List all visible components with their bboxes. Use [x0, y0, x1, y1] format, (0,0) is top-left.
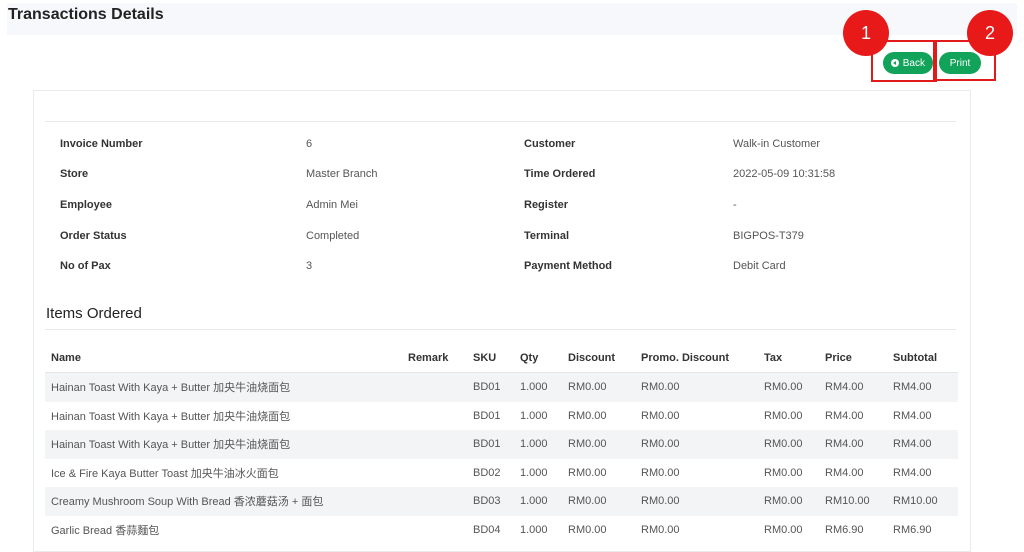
- item-tax: RM0.00: [758, 372, 819, 402]
- item-sku: BD03: [467, 487, 514, 516]
- item-promo-discount: RM0.00: [641, 523, 680, 536]
- item-discount: RM0.00: [568, 466, 607, 479]
- item-sku: BD01: [473, 409, 501, 422]
- item-subtotal: RM10.00: [887, 487, 958, 516]
- store-value: Master Branch: [306, 168, 378, 180]
- customer-value: Walk-in Customer: [733, 138, 820, 150]
- column-header-price: Price: [819, 344, 887, 373]
- item-sku: BD02: [473, 466, 501, 479]
- item-sku: BD01: [467, 430, 514, 459]
- item-sku: BD01: [467, 372, 514, 402]
- item-promo-discount: RM0.00: [635, 372, 758, 402]
- item-name: Ice & Fire Kaya Butter Toast 加央牛油冰火面包: [51, 467, 279, 480]
- item-promo-discount: RM0.00: [641, 466, 680, 479]
- item-tax: RM0.00: [764, 466, 803, 479]
- item-tax: RM0.00: [758, 430, 819, 459]
- item-promo-discount: RM0.00: [635, 487, 758, 516]
- table-row: Creamy Mushroom Soup With Bread 香浓蘑菇汤 + …: [45, 487, 958, 516]
- item-price: RM4.00: [825, 466, 864, 479]
- table-row: Hainan Toast With Kaya + Butter 加央牛油烧面包 …: [45, 430, 958, 459]
- column-header-qty: Qty: [514, 344, 562, 373]
- item-remark: [402, 372, 467, 402]
- order-status-value: Completed: [306, 230, 360, 242]
- item-name: Garlic Bread 香蒜麵包: [51, 524, 160, 537]
- payment-method-label: Payment Method: [524, 260, 613, 272]
- terminal-value: BIGPOS-T379: [733, 230, 804, 242]
- table-row: Garlic Bread 香蒜麵包 BD04 1.000 RM0.00 RM0.…: [45, 516, 958, 545]
- item-discount: RM0.00: [568, 409, 607, 422]
- register-label: Register: [524, 199, 569, 211]
- item-remark: [402, 430, 467, 459]
- item-price: RM10.00: [819, 487, 887, 516]
- item-remark: [402, 402, 467, 431]
- register-value: -: [733, 199, 737, 211]
- item-discount: RM0.00: [568, 523, 607, 536]
- item-sku: BD04: [473, 523, 501, 536]
- item-qty: 1.000: [520, 409, 548, 422]
- item-remark: [402, 459, 467, 488]
- item-subtotal: RM4.00: [887, 430, 958, 459]
- item-promo-discount: RM0.00: [641, 409, 680, 422]
- no-of-pax-value: 3: [306, 260, 313, 272]
- invoice-number-label: Invoice Number: [60, 138, 143, 150]
- employee-value: Admin Mei: [306, 199, 358, 211]
- item-qty: 1.000: [514, 487, 562, 516]
- item-tax: RM0.00: [758, 487, 819, 516]
- item-discount: RM0.00: [562, 430, 635, 459]
- customer-label: Customer: [524, 138, 576, 150]
- item-subtotal: RM6.90: [893, 523, 932, 536]
- items-ordered-title: Items Ordered: [46, 305, 142, 322]
- item-subtotal: RM4.00: [893, 466, 932, 479]
- items-table: Name Remark SKU Qty Discount Promo. Disc…: [45, 344, 958, 544]
- column-header-subtotal: Subtotal: [887, 344, 958, 373]
- details-divider: [45, 121, 956, 122]
- table-row: Ice & Fire Kaya Butter Toast 加央牛油冰火面包 BD…: [45, 459, 958, 488]
- column-header-sku: SKU: [467, 344, 514, 373]
- column-header-remark: Remark: [402, 344, 467, 373]
- item-remark: [402, 516, 467, 545]
- item-qty: 1.000: [520, 523, 548, 536]
- invoice-number-value: 6: [306, 138, 313, 150]
- item-subtotal: RM4.00: [887, 372, 958, 402]
- item-qty: 1.000: [520, 466, 548, 479]
- no-of-pax-label: No of Pax: [60, 260, 111, 272]
- item-discount: RM0.00: [562, 372, 635, 402]
- item-qty: 1.000: [514, 430, 562, 459]
- terminal-label: Terminal: [524, 230, 570, 242]
- order-status-label: Order Status: [60, 230, 127, 242]
- items-divider: [45, 329, 956, 330]
- item-name: Hainan Toast With Kaya + Butter 加央牛油烧面包: [51, 410, 291, 423]
- annotation-badge-1: 1: [843, 10, 889, 56]
- annotation-badge-2: 2: [967, 10, 1013, 56]
- time-ordered-value: 2022-05-09 10:31:58: [733, 168, 836, 180]
- table-header-row: Name Remark SKU Qty Discount Promo. Disc…: [45, 344, 958, 373]
- payment-method-value: Debit Card: [733, 260, 786, 272]
- column-header-name: Name: [45, 344, 402, 373]
- page-title: Transactions Details: [8, 6, 164, 23]
- item-tax: RM0.00: [764, 409, 803, 422]
- item-name: Hainan Toast With Kaya + Butter 加央牛油烧面包: [45, 372, 402, 402]
- item-promo-discount: RM0.00: [635, 430, 758, 459]
- item-qty: 1.000: [514, 372, 562, 402]
- item-price: RM4.00: [825, 409, 864, 422]
- table-row: Hainan Toast With Kaya + Butter 加央牛油烧面包 …: [45, 372, 958, 402]
- column-header-tax: Tax: [758, 344, 819, 373]
- item-name: Creamy Mushroom Soup With Bread 香浓蘑菇汤 + …: [45, 487, 402, 516]
- item-price: RM4.00: [819, 430, 887, 459]
- item-discount: RM0.00: [562, 487, 635, 516]
- column-header-promo-discount: Promo. Discount: [635, 344, 758, 373]
- employee-label: Employee: [60, 199, 112, 211]
- item-name: Hainan Toast With Kaya + Butter 加央牛油烧面包: [45, 430, 402, 459]
- store-label: Store: [60, 168, 89, 180]
- item-remark: [402, 487, 467, 516]
- time-ordered-label: Time Ordered: [524, 168, 596, 180]
- column-header-discount: Discount: [562, 344, 635, 373]
- table-row: Hainan Toast With Kaya + Butter 加央牛油烧面包 …: [45, 402, 958, 431]
- item-price: RM6.90: [825, 523, 864, 536]
- item-tax: RM0.00: [764, 523, 803, 536]
- item-subtotal: RM4.00: [893, 409, 932, 422]
- item-price: RM4.00: [819, 372, 887, 402]
